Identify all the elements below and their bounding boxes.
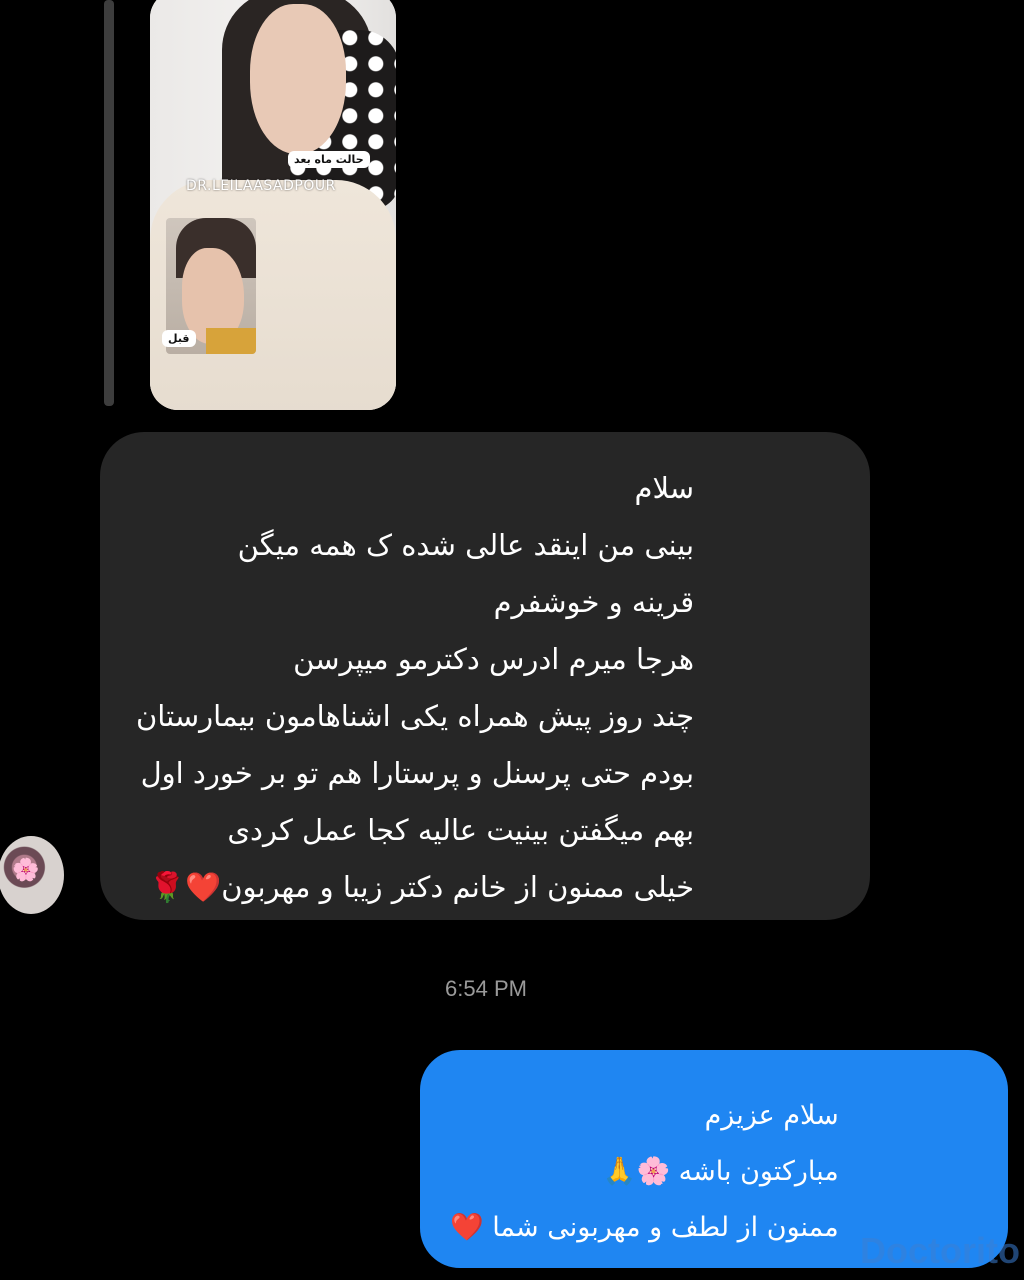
avatar-flower-icon: 🌸 (12, 858, 40, 883)
message-line: بهم میگفتن بینیت عالیه کجا عمل کردی (227, 813, 695, 847)
message-line: خیلی ممنون از خانم دکتر زیبا و مهربون❤️🌹 (148, 870, 695, 904)
message-line: سلام عزیزم (704, 1100, 839, 1131)
message-line: ممنون از لطف و مهربونی شما ❤️ (450, 1212, 839, 1243)
message-line: بینی من اینقد عالی شده ک همه میگن (237, 528, 695, 562)
message-timestamp: 6:54 PM (445, 976, 527, 1001)
sender-avatar[interactable]: 🌸 (0, 836, 64, 914)
story-label-after: حالت ماه بعد (288, 151, 370, 168)
story-watermark: DR.LEILAASADPOUR (186, 178, 336, 194)
story-face-shape (250, 4, 346, 154)
message-line: سلام (634, 471, 695, 505)
message-line: قرینه و خوشفرم (493, 585, 695, 619)
story-label-before: قبل (162, 330, 196, 347)
message-line: بودم حتی پرسنل و پرستارا هم تو بر خورد ا… (140, 756, 695, 790)
outgoing-message-text: سلام عزیزم مبارکتون باشه 🌸🙏 ممنون از لطف… (450, 1088, 839, 1256)
message-line: چند روز پیش همراه یکی اشناهامون بیمارستا… (136, 699, 695, 733)
message-line: مبارکتون باشه 🌸🙏 (602, 1156, 839, 1187)
reply-indicator-bar (104, 0, 114, 406)
message-line: هرجا میرم ادرس دکترمو میپرسن (293, 642, 695, 676)
incoming-message-text: سلام بینی من اینقد عالی شده ک همه میگن ق… (136, 460, 694, 916)
incoming-message-bubble[interactable]: سلام بینی من اینقد عالی شده ک همه میگن ق… (100, 432, 870, 920)
brand-watermark: Doctorito (860, 1230, 1020, 1271)
